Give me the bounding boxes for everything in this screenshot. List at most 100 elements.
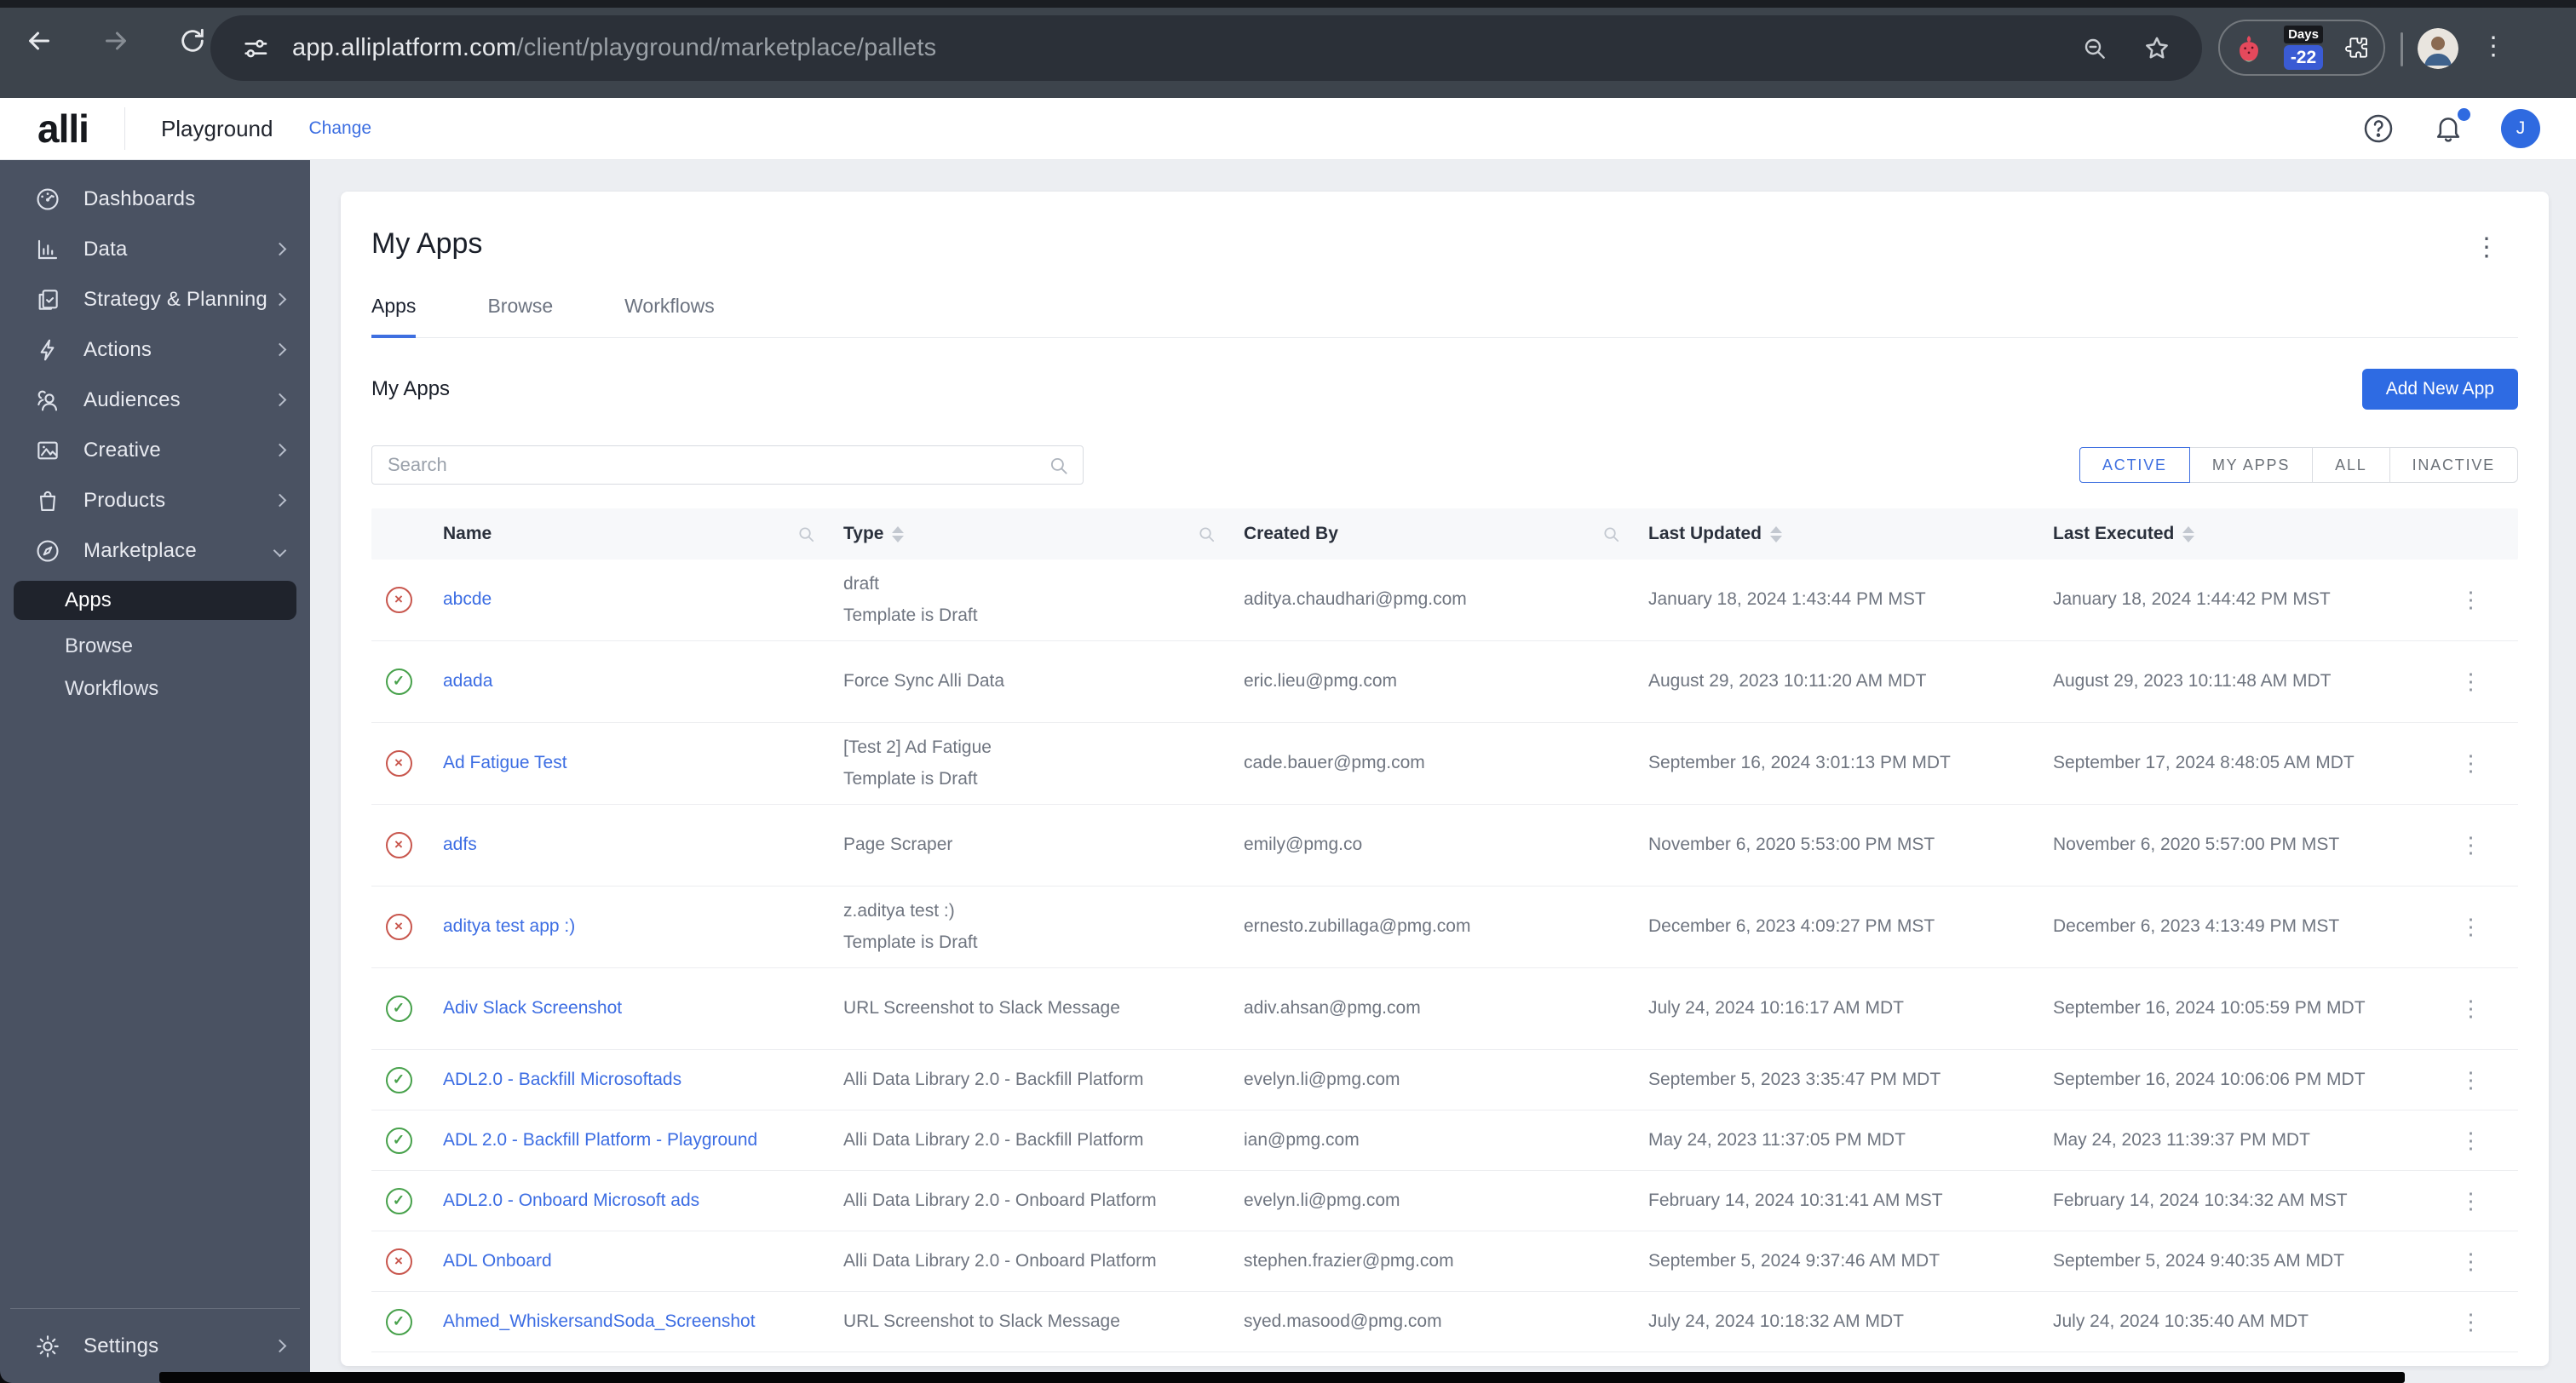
sort-icon[interactable] — [2182, 525, 2195, 542]
strawberry-extension-icon[interactable] — [2234, 32, 2264, 64]
table-row[interactable]: ✓ ADL2.0 - Backfill Microsoftads Alli Da… — [371, 1050, 2518, 1110]
table-header-type[interactable]: Type — [826, 524, 1227, 544]
tab-workflows[interactable]: Workflows — [624, 295, 715, 337]
sidebar-item-strategy-planning[interactable]: Strategy & Planning — [0, 274, 310, 324]
strategy-icon — [34, 286, 61, 313]
sidebar-item-dashboards[interactable]: Dashboards — [0, 174, 310, 224]
row-menu-icon[interactable]: ⋮ — [2424, 1188, 2518, 1214]
browser-back-icon[interactable] — [17, 19, 61, 63]
row-menu-icon[interactable]: ⋮ — [2424, 914, 2518, 940]
app-name-link[interactable]: ADL2.0 - Onboard Microsoft ads — [443, 1191, 699, 1210]
last-updated: November 6, 2020 5:53:00 PM MST — [1648, 835, 1935, 855]
chevron-right-icon — [273, 242, 287, 256]
tab-apps[interactable]: Apps — [371, 295, 417, 338]
row-menu-icon[interactable]: ⋮ — [2424, 1067, 2518, 1093]
card-menu-icon[interactable]: ⋮ — [2474, 232, 2499, 262]
sidebar-subitem-browse[interactable]: Browse — [0, 625, 310, 668]
user-avatar[interactable]: J — [2501, 109, 2540, 148]
app-type: Force Sync Alli Data — [843, 671, 1005, 692]
add-new-app-button[interactable]: Add New App — [2361, 369, 2518, 410]
column-search-icon[interactable] — [796, 525, 816, 544]
browser-forward-icon[interactable] — [94, 19, 138, 63]
column-search-icon[interactable] — [1197, 525, 1216, 544]
site-settings-icon[interactable] — [241, 34, 270, 63]
row-menu-icon[interactable]: ⋮ — [2424, 1248, 2518, 1275]
app-type: URL Screenshot to Slack Message — [843, 998, 1120, 1019]
status-icon: ✓ — [385, 1187, 412, 1214]
sidebar-item-actions[interactable]: Actions — [0, 324, 310, 375]
sidebar-subitem-apps[interactable]: Apps — [14, 581, 296, 620]
sidebar-item-products[interactable]: Products — [0, 475, 310, 525]
sidebar-item-settings[interactable]: Settings — [0, 1321, 310, 1371]
app-name-link[interactable]: aditya test app :) — [443, 916, 575, 936]
alli-logo[interactable]: alli — [37, 106, 89, 152]
status-icon: ✓ — [385, 1127, 412, 1154]
filter-all[interactable]: ALL — [2312, 447, 2390, 483]
browser-menu-icon[interactable]: ⋮ — [2481, 34, 2506, 60]
change-workspace-link[interactable]: Change — [308, 118, 371, 139]
sort-icon[interactable] — [892, 525, 905, 542]
app-name-link[interactable]: adfs — [443, 835, 477, 854]
sidebar-subitem-workflows[interactable]: Workflows — [0, 668, 310, 710]
app-name-link[interactable]: adada — [443, 671, 492, 691]
bookmark-star-icon[interactable] — [2142, 34, 2171, 63]
app-type-subtitle: Template is Draft — [843, 932, 978, 952]
days-counter-extension[interactable]: Days -22 — [2283, 26, 2324, 70]
app-name-link[interactable]: Adiv Slack Screenshot — [443, 998, 622, 1018]
app-type: Alli Data Library 2.0 - Backfill Platfor… — [843, 1129, 1144, 1150]
table-row[interactable]: × Ad Fatigue Test [Test 2] Ad Fatigue Tem… — [371, 723, 2518, 805]
created-by: emily@pmg.co — [1244, 835, 1363, 855]
sidebar-subitem-label: Workflows — [65, 677, 159, 700]
table-row[interactable]: × abcde draft Template is Draft aditya.ch… — [371, 560, 2518, 641]
browser-reload-icon[interactable] — [170, 19, 215, 63]
sidebar-item-creative[interactable]: Creative — [0, 425, 310, 475]
table-row[interactable]: × ADL Onboard Alli Data Library 2.0 - On… — [371, 1231, 2518, 1292]
row-menu-icon[interactable]: ⋮ — [2424, 996, 2518, 1022]
table-row[interactable]: × adfs Page Scraper emily@pmg.co Novembe… — [371, 805, 2518, 887]
row-menu-icon[interactable]: ⋮ — [2424, 1128, 2518, 1154]
sidebar-item-data[interactable]: Data — [0, 224, 310, 274]
app-name-link[interactable]: ADL 2.0 - Backfill Platform - Playground — [443, 1130, 757, 1150]
last-updated: February 14, 2024 10:31:41 AM MST — [1648, 1190, 1943, 1210]
row-menu-icon[interactable]: ⋮ — [2424, 669, 2518, 695]
row-menu-icon[interactable]: ⋮ — [2424, 587, 2518, 613]
table-header-created-by[interactable]: Created By — [1227, 524, 1631, 544]
page-title: My Apps — [371, 227, 483, 260]
filter-my-apps[interactable]: MY APPS — [2188, 447, 2314, 483]
sidebar-item-audiences[interactable]: Audiences — [0, 375, 310, 425]
table-header-name[interactable]: Name — [426, 524, 826, 544]
zoom-out-icon[interactable] — [2081, 35, 2108, 62]
table-header-last-updated[interactable]: Last Updated — [1631, 524, 2036, 544]
app-name-link[interactable]: Ad Fatigue Test — [443, 753, 567, 772]
search-field-wrap — [371, 445, 1084, 485]
table-row[interactable]: ✓ ADL 2.0 - Backfill Platform - Playgrou… — [371, 1110, 2518, 1171]
table-row[interactable]: ✓ Adiv Slack Screenshot URL Screenshot t… — [371, 968, 2518, 1050]
filter-inactive[interactable]: INACTIVE — [2389, 447, 2518, 483]
filter-active[interactable]: ACTIVE — [2079, 447, 2190, 483]
table-row[interactable]: ✓ ADL2.0 - Onboard Microsoft ads Alli Da… — [371, 1171, 2518, 1231]
last-executed: May 24, 2023 11:39:37 PM MDT — [2053, 1129, 2310, 1150]
table-row[interactable]: ✓ adada Force Sync Alli Data eric.lieu@p… — [371, 641, 2518, 723]
row-menu-icon[interactable]: ⋮ — [2424, 1309, 2518, 1335]
table-row[interactable]: ✓ Ahmed_WhiskersandSoda_Screenshot URL S… — [371, 1292, 2518, 1352]
sidebar-item-marketplace[interactable]: Marketplace — [0, 525, 310, 576]
row-menu-icon[interactable]: ⋮ — [2424, 750, 2518, 777]
browser-profile-avatar[interactable] — [2418, 28, 2458, 69]
column-search-icon[interactable] — [1601, 525, 1621, 544]
app-name-link[interactable]: ADL2.0 - Backfill Microsoftads — [443, 1070, 681, 1089]
status-icon: ✓ — [385, 669, 412, 695]
extensions-puzzle-icon[interactable] — [2343, 34, 2370, 61]
row-menu-icon[interactable]: ⋮ — [2424, 832, 2518, 858]
tab-browse[interactable]: Browse — [487, 295, 553, 337]
table-row[interactable]: × aditya test app :) z.aditya test :) Tem… — [371, 887, 2518, 968]
app-name-link[interactable]: Ahmed_WhiskersandSoda_Screenshot — [443, 1311, 756, 1331]
table-header-last-executed[interactable]: Last Executed — [2036, 524, 2424, 544]
help-icon[interactable] — [2361, 112, 2395, 146]
app-name-link[interactable]: ADL Onboard — [443, 1251, 552, 1271]
sort-icon[interactable] — [1770, 525, 1783, 542]
search-icon — [1048, 455, 1070, 477]
address-bar[interactable]: app.alliplatform.com/client/playground/m… — [210, 15, 2202, 81]
notifications-bell-icon[interactable] — [2431, 108, 2470, 146]
app-name-link[interactable]: abcde — [443, 589, 492, 609]
search-input[interactable] — [371, 445, 1084, 485]
